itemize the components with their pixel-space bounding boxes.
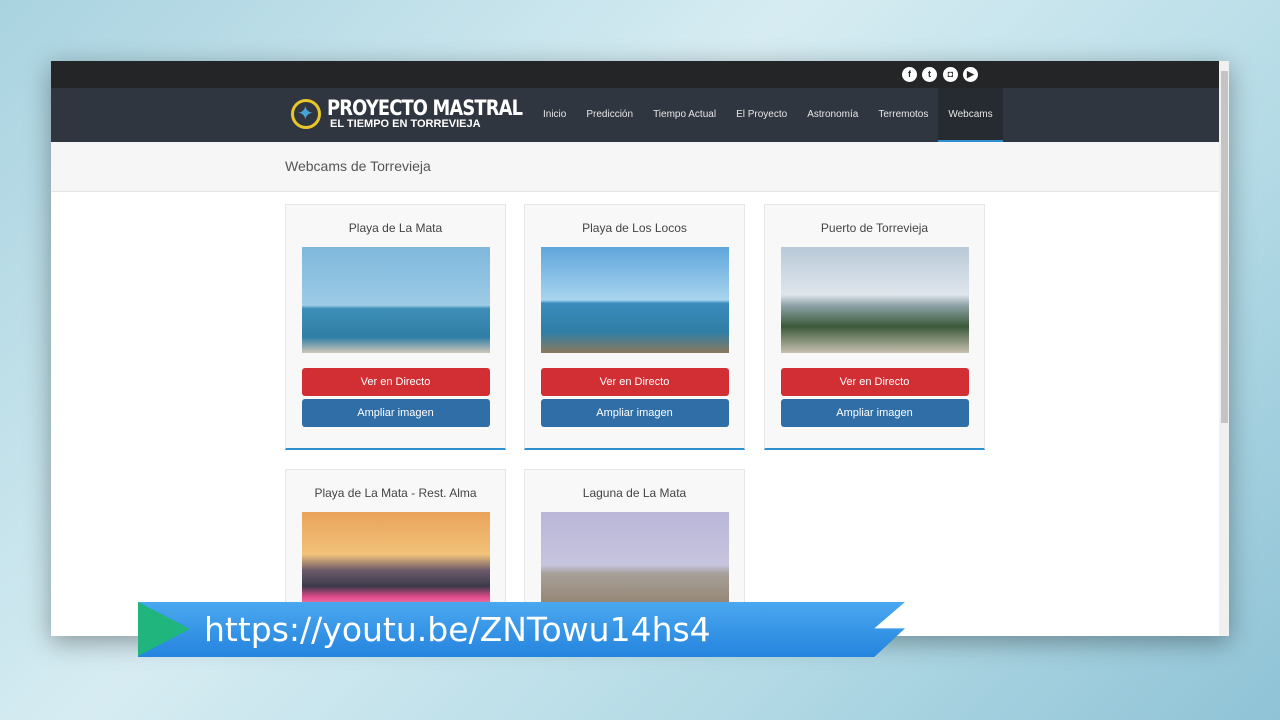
webcam-image[interactable] bbox=[540, 247, 729, 353]
facebook-icon[interactable]: f bbox=[902, 67, 917, 82]
card-title: Laguna de La Mata bbox=[582, 486, 687, 500]
webcam-image[interactable] bbox=[301, 247, 490, 353]
webcam-card: Playa de Los Locos Ver en Directo Amplia… bbox=[524, 204, 745, 450]
nav-astronomia[interactable]: Astronomía bbox=[797, 88, 868, 142]
logo[interactable]: PROYECTO MASTRAL EL TIEMPO EN TORREVIEJA bbox=[291, 98, 557, 130]
twitter-icon[interactable]: t bbox=[922, 67, 937, 82]
live-button[interactable]: Ver en Directo bbox=[301, 368, 490, 396]
scrollbar[interactable] bbox=[1219, 61, 1229, 636]
nav-tiempo-actual[interactable]: Tiempo Actual bbox=[643, 88, 726, 142]
webcam-image[interactable] bbox=[780, 247, 969, 353]
card-title: Playa de La Mata bbox=[348, 221, 443, 235]
page-title: Webcams de Torrevieja bbox=[285, 158, 431, 174]
browser-window: f t ◘ ▶ PROYECTO MASTRAL EL TIEMPO EN TO… bbox=[51, 61, 1229, 636]
youtube-icon[interactable]: ▶ bbox=[963, 67, 978, 82]
page-header: Webcams de Torrevieja bbox=[51, 142, 1229, 192]
video-link[interactable]: https://youtu.be/ZNTowu14hs4 bbox=[204, 610, 711, 649]
enlarge-button[interactable]: Ampliar imagen bbox=[540, 399, 729, 427]
nav-terremotos[interactable]: Terremotos bbox=[868, 88, 938, 142]
webcam-card: Puerto de Torrevieja Ver en Directo Ampl… bbox=[764, 204, 985, 450]
scrollbar-thumb[interactable] bbox=[1221, 71, 1228, 423]
card-title: Playa de Los Locos bbox=[582, 221, 687, 235]
nav-el-proyecto[interactable]: El Proyecto bbox=[726, 88, 797, 142]
nav-webcams[interactable]: Webcams bbox=[938, 88, 1003, 142]
live-button[interactable]: Ver en Directo bbox=[540, 368, 729, 396]
play-icon bbox=[138, 602, 190, 656]
enlarge-button[interactable]: Ampliar imagen bbox=[780, 399, 969, 427]
navbar: PROYECTO MASTRAL EL TIEMPO EN TORREVIEJA… bbox=[51, 88, 1229, 142]
nav-inicio[interactable]: Inicio bbox=[533, 88, 576, 142]
webcam-card: Playa de La Mata Ver en Directo Ampliar … bbox=[285, 204, 506, 450]
card-title: Puerto de Torrevieja bbox=[820, 221, 929, 235]
nav-prediccion[interactable]: Predicción bbox=[576, 88, 643, 142]
card-title: Playa de La Mata - Rest. Alma bbox=[314, 486, 477, 500]
compass-icon bbox=[291, 99, 321, 129]
enlarge-button[interactable]: Ampliar imagen bbox=[301, 399, 490, 427]
live-button[interactable]: Ver en Directo bbox=[780, 368, 969, 396]
logo-title: PROYECTO MASTRAL bbox=[327, 96, 523, 120]
top-bar: f t ◘ ▶ bbox=[51, 61, 1229, 88]
instagram-icon[interactable]: ◘ bbox=[943, 67, 958, 82]
